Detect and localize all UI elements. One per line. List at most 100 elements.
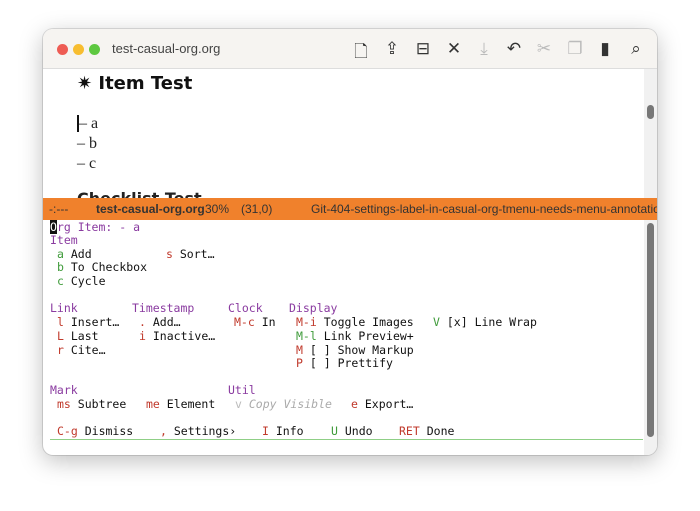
menu-item-timestamp-add[interactable]: . Add…: [139, 315, 181, 329]
group-display-heading: Display: [289, 301, 338, 315]
minimize-window-button[interactable]: [73, 44, 84, 55]
group-util-heading: Util: [228, 383, 256, 397]
scissors-icon[interactable]: ✂: [533, 39, 555, 59]
menu-item-link-cite[interactable]: r Cite…: [57, 343, 106, 357]
group-timestamp-heading: Timestamp: [132, 301, 195, 315]
item-label: Copy Visible: [248, 397, 332, 411]
org-buffer[interactable]: ✷ Item Test – a – b – c Checklist Test: [43, 69, 643, 198]
group-mark-heading: Mark: [50, 383, 78, 397]
item-label: [ ] Show Markup: [309, 343, 414, 357]
lower-scrollbar[interactable]: [647, 223, 654, 437]
undo-button[interactable]: U Undo: [331, 424, 373, 438]
menu-item-mark-subtree[interactable]: ms Subtree: [57, 397, 126, 411]
item-label: Settings›: [173, 424, 237, 438]
group-item-heading: Item: [50, 233, 78, 247]
inbox-icon[interactable]: ⊟: [412, 39, 434, 59]
key-label: me: [146, 397, 160, 411]
settings-button[interactable]: , Settings›: [160, 424, 236, 438]
done-button[interactable]: RET Done: [399, 424, 454, 438]
share-icon[interactable]: ⇪: [381, 39, 403, 59]
next-heading: Checklist Test: [77, 189, 202, 198]
menu-item-prettify[interactable]: P [ ] Prettify: [296, 356, 393, 370]
key-label: C-g: [57, 424, 78, 438]
menu-item-to-checkbox[interactable]: b To Checkbox: [57, 260, 147, 274]
key-label: U: [331, 424, 338, 438]
item-label: In: [261, 315, 276, 329]
key-label: i: [139, 329, 146, 343]
zoom-window-button[interactable]: [89, 44, 100, 55]
list-item[interactable]: – b: [77, 135, 97, 153]
window-title: test-casual-org.org: [112, 41, 221, 56]
menu-item-link-last[interactable]: L Last: [57, 329, 99, 343]
title-bar: test-casual-org.org 🗋 ⇪ ⊟ ✕ ⤓ ↶ ✂ ❐ ▮ ⌕: [43, 29, 657, 69]
upper-scrollbar[interactable]: [647, 105, 654, 119]
item-label: Link Preview+: [323, 329, 414, 343]
key: a: [57, 247, 64, 261]
info-button[interactable]: I Info: [262, 424, 304, 438]
item-label: Dismiss: [84, 424, 134, 438]
key-label: I: [262, 424, 269, 438]
key: s: [166, 247, 173, 261]
modeline-state: -:---: [49, 202, 69, 216]
group-link-heading: Link: [50, 301, 78, 315]
key-label: M-c: [234, 315, 255, 329]
key-label: v: [235, 397, 242, 411]
dismiss-button[interactable]: C-g Dismiss: [57, 424, 133, 438]
menu-item-mark-element[interactable]: me Element: [146, 397, 215, 411]
modeline-branch[interactable]: Git-404-settings-label-in-casual-org-tme…: [311, 202, 657, 216]
menu-item-show-markup[interactable]: M [ ] Show Markup: [296, 343, 414, 357]
modeline-file: test-casual-org.org: [96, 202, 205, 216]
undo-icon[interactable]: ↶: [503, 39, 525, 59]
menu-item-toggle-images[interactable]: M-i Toggle Images: [296, 315, 414, 329]
key-label: l: [57, 315, 64, 329]
close-window-button[interactable]: [57, 44, 68, 55]
item-label: [x] Line Wrap: [446, 315, 537, 329]
item-label: Done: [426, 424, 455, 438]
key-label: ms: [57, 397, 71, 411]
list-item-text: b: [89, 135, 97, 152]
menu-title: Org Item: - a: [50, 220, 140, 234]
list-item-text: c: [89, 155, 97, 172]
key-label: M-i: [296, 315, 317, 329]
list-item-text: a: [91, 115, 99, 132]
org-heading: ✷ Item Test: [77, 73, 192, 94]
transient-menu: Org Item: - a Item a Add s Sort… b To Ch…: [43, 220, 643, 455]
menu-item-clock-in[interactable]: M-c In: [234, 315, 276, 329]
key-label: e: [351, 397, 358, 411]
menu-item-cycle[interactable]: c Cycle: [57, 274, 106, 288]
menu-item-link-preview[interactable]: M-l Link Preview+: [296, 329, 414, 343]
cursor: O: [50, 220, 57, 234]
modeline-position: (31,0): [241, 202, 273, 216]
close-icon[interactable]: ✕: [443, 39, 465, 59]
item-label: Toggle Images: [323, 315, 414, 329]
menu-item-add[interactable]: a Add: [57, 247, 92, 261]
key-label: RET: [399, 424, 420, 438]
menu-item-line-wrap[interactable]: V [x] Line Wrap: [433, 315, 537, 329]
menu-item-timestamp-inactive[interactable]: i Inactive…: [139, 329, 215, 343]
menu-item-link-insert[interactable]: l Insert…: [57, 315, 119, 329]
copy-icon[interactable]: ❐: [564, 39, 586, 59]
label: Sort…: [179, 247, 215, 261]
key: c: [57, 274, 64, 288]
download-icon[interactable]: ⤓: [473, 39, 495, 59]
key-label: M-l: [296, 329, 317, 343]
label: Add: [70, 247, 92, 261]
key-label: V: [433, 315, 440, 329]
item-label: Add…: [152, 315, 181, 329]
search-icon[interactable]: ⌕: [625, 39, 647, 59]
menu-item-export[interactable]: e Export…: [351, 397, 413, 411]
key-label: L: [57, 329, 64, 343]
item-label: [ ] Prettify: [309, 356, 393, 370]
modeline-percent: 30%: [205, 202, 230, 216]
group-clock-heading: Clock: [228, 301, 263, 315]
list-item[interactable]: – a: [77, 115, 98, 133]
menu-item-sort[interactable]: s Sort…: [166, 247, 215, 261]
item-label: Subtree: [77, 397, 127, 411]
new-file-icon[interactable]: 🗋: [350, 39, 372, 68]
list-item[interactable]: – c: [77, 155, 96, 173]
menu-item-copy-visible: v Copy Visible: [235, 397, 332, 411]
paste-icon[interactable]: ▮: [594, 39, 616, 59]
item-label: Info: [275, 424, 304, 438]
upper-scrollbar-track[interactable]: [644, 69, 657, 198]
key-label: r: [57, 343, 64, 357]
